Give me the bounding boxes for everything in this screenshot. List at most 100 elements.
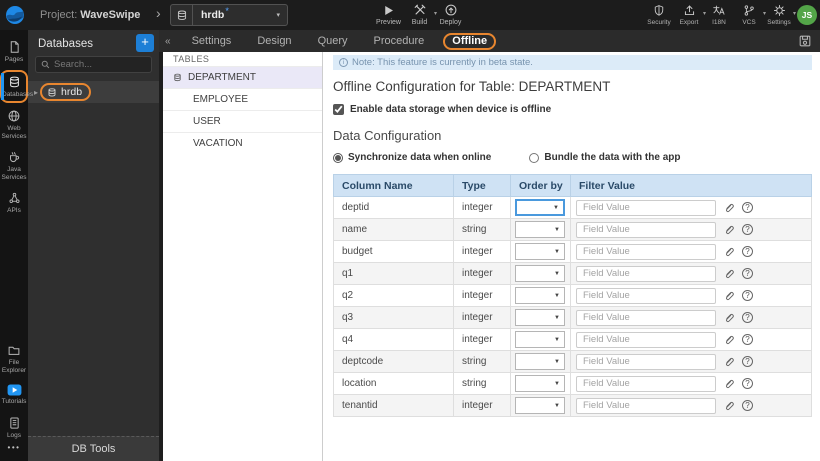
database-search	[35, 56, 152, 73]
user-avatar[interactable]: JS	[797, 5, 817, 25]
help-icon[interactable]: ?	[742, 290, 753, 301]
filter-value-input[interactable]	[576, 309, 716, 326]
api-connector-icon	[9, 192, 19, 203]
filter-value-input[interactable]	[576, 243, 716, 260]
help-icon[interactable]: ?	[742, 312, 753, 323]
filter-value-input[interactable]	[576, 331, 716, 348]
column-type-cell: integer	[453, 284, 511, 307]
help-icon[interactable]: ?	[742, 268, 753, 279]
table-list-item-employee[interactable]: EMPLOYEE	[163, 88, 322, 110]
order-by-select[interactable]: ▼	[515, 199, 565, 216]
filter-value-input[interactable]	[576, 265, 716, 282]
tab-settings[interactable]: Settings	[179, 30, 245, 52]
filter-value-input[interactable]	[576, 397, 716, 414]
filter-value-input[interactable]	[576, 375, 716, 392]
tab-procedure[interactable]: Procedure	[361, 30, 438, 52]
help-icon[interactable]: ?	[742, 400, 753, 411]
wavemaker-logo-icon[interactable]	[4, 4, 26, 26]
order-by-select[interactable]: ▼	[515, 309, 565, 326]
help-icon[interactable]: ?	[742, 378, 753, 389]
deploy-button[interactable]: Deploy	[436, 2, 465, 26]
filter-value-input[interactable]	[576, 353, 716, 370]
info-icon: i	[339, 58, 348, 67]
deploy-cloud-icon	[444, 2, 458, 17]
sidebar-item-java-services[interactable]: Java Services	[0, 146, 28, 185]
order-by-select[interactable]: ▼	[515, 287, 565, 304]
preview-button[interactable]: Preview	[374, 2, 403, 26]
help-icon[interactable]: ?	[742, 202, 753, 213]
vcs-button[interactable]: ▾ VCS	[735, 2, 766, 26]
paperclip-icon[interactable]	[723, 246, 735, 258]
sidebar-item-logs[interactable]: Logs	[0, 412, 28, 444]
database-selector-dropdown[interactable]: hrdb * ▾	[170, 4, 288, 26]
save-button[interactable]	[798, 34, 812, 48]
database-search-input[interactable]	[54, 59, 146, 70]
radio-synchronize-online[interactable]: Synchronize data when online	[333, 152, 491, 163]
radio-bundle-with-app[interactable]: Bundle the data with the app	[529, 152, 680, 163]
paperclip-icon[interactable]	[723, 378, 735, 390]
sidebar-item-pages[interactable]: Pages	[0, 36, 28, 68]
help-icon[interactable]: ?	[742, 224, 753, 235]
sidebar-item-web-services[interactable]: Web Services	[0, 105, 28, 144]
database-tree-item-hrdb[interactable]: ▸ hrdb	[28, 81, 159, 103]
radio-synchronize-input[interactable]	[333, 152, 343, 163]
databases-panel-title: Databases	[38, 38, 93, 50]
order-by-select[interactable]: ▼	[515, 265, 565, 282]
help-icon[interactable]: ?	[742, 246, 753, 257]
column-type-cell: integer	[453, 240, 511, 263]
tab-offline[interactable]: Offline	[443, 32, 497, 50]
order-by-select[interactable]: ▼	[515, 243, 565, 260]
tab-design[interactable]: Design	[244, 30, 304, 52]
globe-icon	[8, 110, 20, 122]
paperclip-icon[interactable]	[723, 290, 735, 302]
filter-value-input[interactable]	[576, 287, 716, 304]
build-button[interactable]: ▾ Build	[405, 2, 437, 26]
order-by-select[interactable]: ▼	[515, 331, 565, 348]
paperclip-icon[interactable]	[723, 268, 735, 280]
paperclip-icon[interactable]	[723, 202, 735, 214]
log-document-icon	[9, 416, 19, 429]
top-bar: Project: WaveSwipe › hrdb * ▾ Preview ▾ …	[0, 0, 820, 30]
expand-arrow-icon[interactable]: ▸	[34, 88, 38, 97]
database-icon	[171, 5, 193, 25]
sidebar-item-tutorials[interactable]: Tutorials	[0, 380, 28, 410]
column-type-cell: integer	[453, 262, 511, 285]
paperclip-icon[interactable]	[723, 356, 735, 368]
filter-value-input[interactable]	[576, 199, 716, 216]
i18n-button[interactable]: I18N	[705, 2, 733, 26]
sidebar-item-databases[interactable]: Databases	[0, 69, 33, 103]
export-button[interactable]: ▾ Export	[675, 2, 706, 26]
paperclip-icon[interactable]	[723, 400, 735, 412]
help-icon[interactable]: ?	[742, 356, 753, 367]
paperclip-icon[interactable]	[723, 312, 735, 324]
table-row: tenantid integer ▼ ?	[333, 394, 812, 417]
table-list-item-vacation[interactable]: VACATION	[163, 132, 322, 154]
order-by-select[interactable]: ▼	[515, 397, 565, 414]
table-icon	[174, 73, 181, 82]
order-by-select[interactable]: ▼	[515, 375, 565, 392]
chevron-down-icon: ▼	[554, 248, 560, 255]
table-list-item-department[interactable]: DEPARTMENT	[163, 66, 322, 88]
paperclip-icon[interactable]	[723, 334, 735, 346]
sidebar-item-file-explorer[interactable]: File Explorer	[0, 340, 28, 378]
security-button[interactable]: Security	[645, 2, 673, 26]
collapse-panel-icon[interactable]: «	[165, 36, 171, 47]
enable-offline-storage-checkbox[interactable]	[333, 104, 344, 115]
order-by-select[interactable]: ▼	[515, 353, 565, 370]
paperclip-icon[interactable]	[723, 224, 735, 236]
tab-query[interactable]: Query	[305, 30, 361, 52]
db-tools-button[interactable]: DB Tools	[28, 436, 159, 461]
sidebar-item-apis[interactable]: APIs	[0, 187, 28, 219]
add-database-button[interactable]: +	[136, 34, 154, 52]
table-row: deptcode string ▼ ?	[333, 350, 812, 373]
tables-panel-title: TABLES	[173, 54, 210, 64]
help-icon[interactable]: ?	[742, 334, 753, 345]
order-by-select[interactable]: ▼	[515, 221, 565, 238]
table-list-item-user[interactable]: USER	[163, 110, 322, 132]
filter-value-input[interactable]	[576, 221, 716, 238]
more-menu-button[interactable]: •••	[8, 443, 21, 452]
export-icon	[683, 2, 696, 17]
column-name-cell: q4	[333, 328, 454, 351]
settings-button[interactable]: ▾ Settings	[765, 2, 796, 26]
radio-bundle-input[interactable]	[529, 152, 540, 163]
